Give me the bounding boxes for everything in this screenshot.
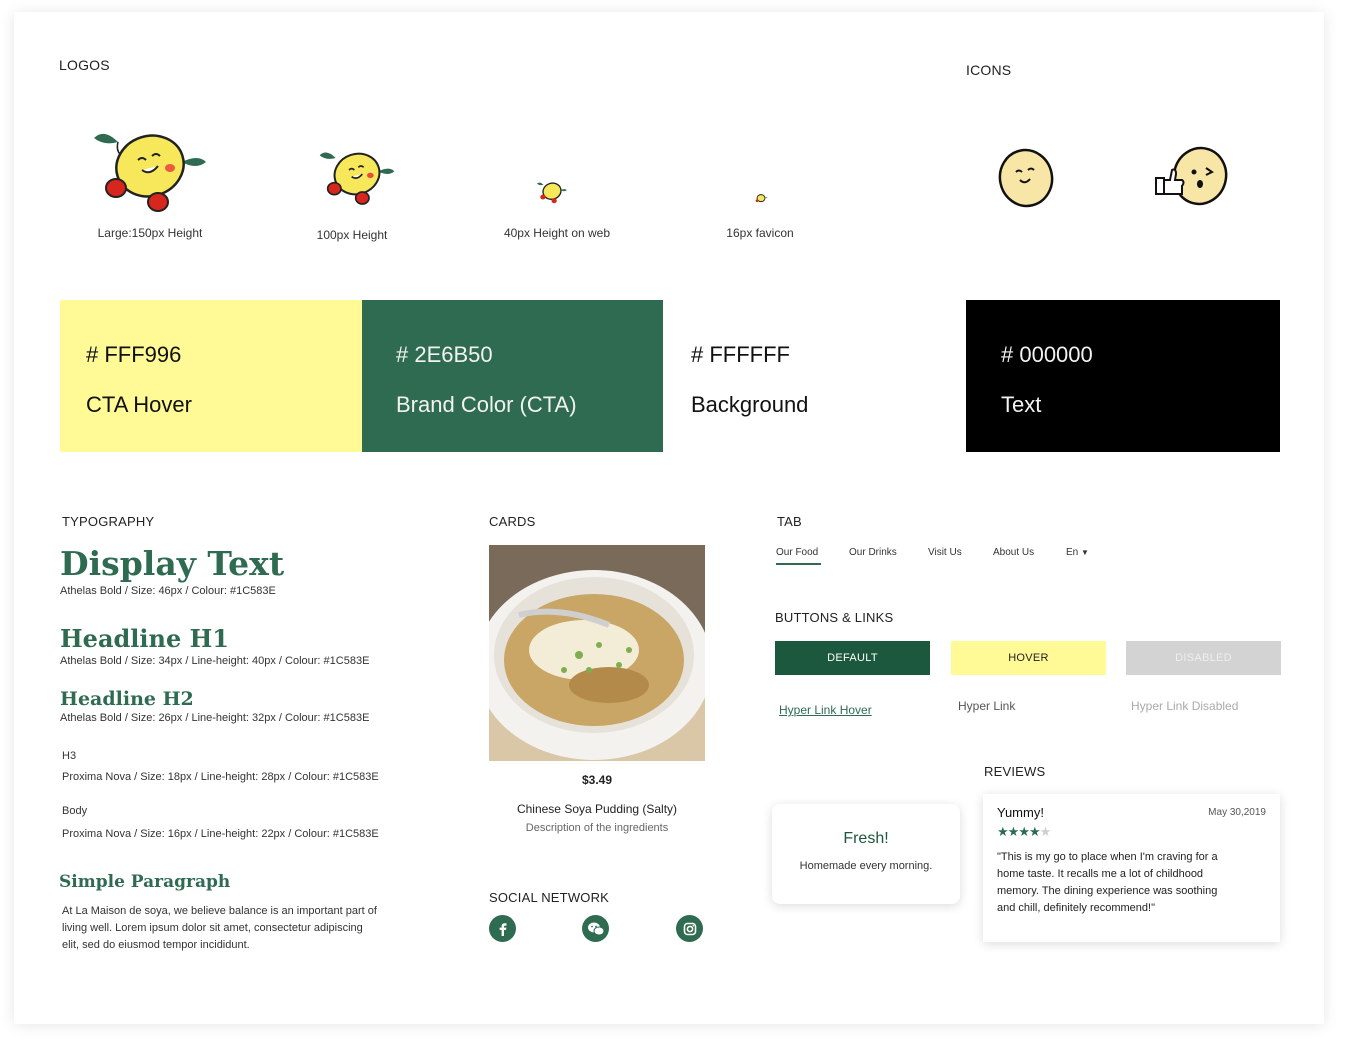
star-empty-icon: ★ <box>1039 824 1052 839</box>
disabled-button[interactable]: DISABLED <box>1126 641 1281 675</box>
logo-medium-caption: 100px Height <box>316 228 388 242</box>
review-text: "This is my go to place when I'm craving… <box>997 849 1267 917</box>
feature-card: Fresh! Homemade every morning. <box>772 804 960 904</box>
display-text-sample: Display Text <box>60 544 285 583</box>
review-card: Yummy! May 30,2019 ★★★★★ "This is my go … <box>983 794 1280 942</box>
tab-section-title: TAB <box>777 514 802 529</box>
icons-section-title: ICONS <box>966 62 1012 78</box>
hover-button[interactable]: HOVER <box>951 641 1106 675</box>
paragraph-line: living well. Lorem ipsum dolor sit amet,… <box>62 922 363 934</box>
swatch-background: # FFFFFF Background <box>663 300 965 452</box>
body-sample: Body <box>62 805 88 817</box>
display-text-spec: Athelas Bold / Size: 46px / Colour: #1C5… <box>60 585 276 597</box>
review-rating: ★★★★★ <box>997 824 1052 840</box>
headline-h2-spec: Athelas Bold / Size: 26px / Line-height:… <box>60 712 370 724</box>
review-title: Yummy! <box>997 805 1044 820</box>
review-date: May 30,2019 <box>1208 807 1266 818</box>
logo-small-caption: 40px Height on web <box>503 226 611 240</box>
h3-sample: H3 <box>62 750 77 762</box>
typography-section-title: TYPOGRAPHY <box>62 514 155 529</box>
card-title: Chinese Soya Pudding (Salty) <box>516 802 678 816</box>
tab-about-us[interactable]: About Us <box>993 547 1034 558</box>
feature-card-text: Homemade every morning. <box>799 860 933 872</box>
swatch-role: Text <box>1001 392 1042 417</box>
reviews-section-title: REVIEWS <box>984 764 1046 779</box>
hyperlink-disabled[interactable]: Hyper Link Disabled <box>1131 699 1238 713</box>
body-spec: Proxima Nova / Size: 16px / Line-height:… <box>62 828 379 840</box>
food-image[interactable] <box>489 545 705 761</box>
star-icon: ★ <box>1018 824 1030 839</box>
swatch-role: Background <box>691 392 809 417</box>
swatch-brand: # 2E6B50 Brand Color (CTA) <box>362 300 663 452</box>
soya-pudding-photo <box>489 545 705 761</box>
language-label: En <box>1066 547 1079 558</box>
logo-favicon-caption: 16px favicon <box>726 226 794 240</box>
logo-medium <box>319 152 395 205</box>
swatch-cta-hover: # FFF996 CTA Hover <box>60 300 362 452</box>
logo-large-caption: Large:150px Height <box>97 226 203 240</box>
review-line: and chill, definitely recommend!" <box>997 902 1155 914</box>
logo-large <box>94 133 206 212</box>
tab-visit-us[interactable]: Visit Us <box>928 547 962 558</box>
star-icon: ★ <box>997 824 1009 839</box>
chevron-down-icon: ▼ <box>1081 548 1089 557</box>
review-line: memory. The dining experience was soothi… <box>997 885 1218 897</box>
tab-our-food[interactable]: Our Food <box>776 547 818 558</box>
swatch-hex: # 000000 <box>1001 342 1093 367</box>
bean-thumbs-up-wink-icon <box>1155 146 1228 206</box>
feature-card-title: Fresh! <box>843 830 889 847</box>
swatch-role: Brand Color (CTA) <box>396 392 577 417</box>
hyperlink-hover[interactable]: Hyper Link Hover <box>779 703 872 717</box>
hyperlink[interactable]: Hyper Link <box>958 699 1015 713</box>
h3-spec: Proxima Nova / Size: 18px / Line-height:… <box>62 771 379 783</box>
headline-h2-sample: Headline H2 <box>60 688 194 710</box>
logos-section-title: LOGOS <box>59 57 110 73</box>
simple-paragraph-text: At La Maison de soya, we believe balance… <box>62 903 432 954</box>
buttons-section-title: BUTTONS & LINKS <box>775 610 894 625</box>
swatch-role: CTA Hover <box>86 392 192 417</box>
headline-h1-spec: Athelas Bold / Size: 34px / Line-height:… <box>60 655 370 667</box>
card-price: $3.49 <box>581 773 613 787</box>
social-section-title: SOCIAL NETWORK <box>489 890 610 905</box>
default-button[interactable]: DEFAULT <box>775 641 930 675</box>
headline-h1-sample: Headline H1 <box>60 624 229 653</box>
swatch-hex: # FFFFFF <box>691 342 790 367</box>
review-line: home taste. It recalls me a lot of child… <box>997 868 1204 880</box>
paragraph-line: At La Maison de soya, we believe balance… <box>62 905 377 917</box>
review-line: "This is my go to place when I'm craving… <box>997 851 1218 863</box>
card-description: Description of the ingredients <box>525 822 669 834</box>
swatch-hex: # FFF996 <box>86 342 182 367</box>
star-icon: ★ <box>1007 824 1020 839</box>
swatch-text: # 000000 Text <box>966 300 1280 452</box>
paragraph-line: elit, sed do eiusmod tempor incididunt. <box>62 939 250 951</box>
active-tab-underline <box>776 563 821 565</box>
swatch-hex: # 2E6B50 <box>396 342 493 367</box>
simple-paragraph-title: Simple Paragraph <box>59 872 231 892</box>
language-select[interactable]: En ▼ <box>1066 547 1089 558</box>
cards-section-title: CARDS <box>489 514 536 529</box>
facebook-icon[interactable] <box>489 915 516 942</box>
wechat-icon[interactable] <box>582 915 609 942</box>
bean-smile-icon <box>998 148 1054 208</box>
star-icon: ★ <box>1028 824 1041 839</box>
logo-small <box>537 182 567 204</box>
tab-our-drinks[interactable]: Our Drinks <box>849 547 897 558</box>
instagram-icon[interactable] <box>676 915 703 942</box>
logo-favicon <box>755 194 768 203</box>
